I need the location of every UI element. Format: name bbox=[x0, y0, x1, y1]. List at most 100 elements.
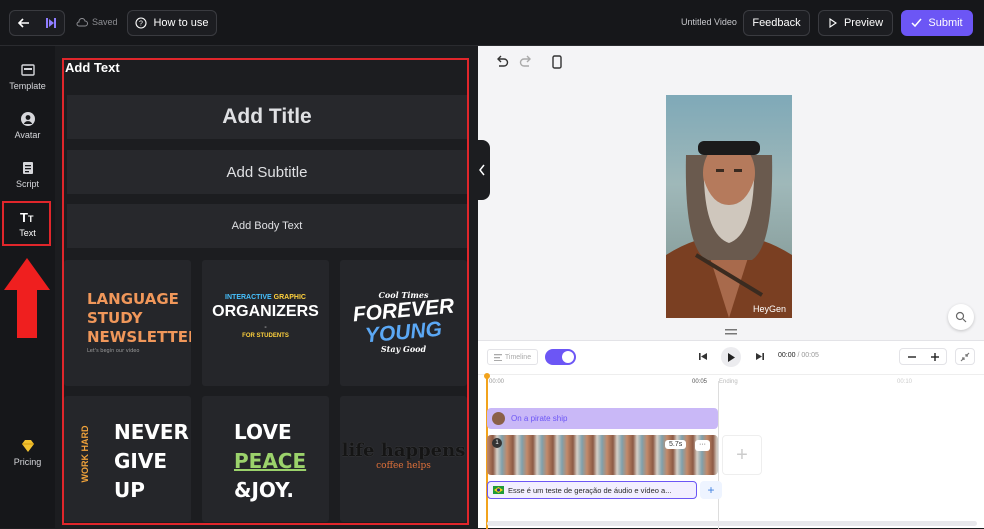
how-to-use-button[interactable]: ? How to use bbox=[127, 10, 217, 36]
timeline-icon bbox=[493, 353, 502, 361]
submit-button[interactable]: Submit bbox=[901, 10, 973, 36]
sidebar-item-label: Pricing bbox=[13, 457, 42, 467]
plus-icon: + bbox=[707, 483, 715, 497]
script-track[interactable]: Esse é um teste de geração de áudio e ví… bbox=[487, 481, 697, 499]
play-button[interactable] bbox=[721, 347, 741, 367]
add-subtitle-label: Add Subtitle bbox=[226, 163, 308, 181]
video-clip-track[interactable]: 1 5.7s ··· bbox=[487, 435, 718, 475]
tile-text: LOVE bbox=[234, 420, 292, 444]
text-template-tile[interactable]: INTERACTIVE GRAPHIC ORGANIZERS - FOR STU… bbox=[202, 260, 329, 386]
svg-text:T: T bbox=[28, 214, 34, 224]
sidebar-item-text[interactable]: TT Text bbox=[0, 209, 55, 238]
text-template-tile[interactable]: Cool Times FOREVER YOUNG Stay Good bbox=[340, 260, 467, 386]
cloud-icon bbox=[76, 17, 88, 26]
fit-timeline-button[interactable] bbox=[955, 348, 975, 365]
ruler-tick-label: 00:00 bbox=[489, 379, 505, 385]
sidebar-item-pricing[interactable]: Pricing bbox=[0, 438, 55, 467]
timeline-toggle-switch[interactable] bbox=[545, 349, 576, 365]
text-template-tile[interactable]: LANGUAGE STUDY NEWSLETTER Let's begin ou… bbox=[64, 260, 191, 386]
tile-text: FOR STUDENTS bbox=[242, 333, 289, 339]
panel-title: Add Text bbox=[65, 60, 120, 75]
scene-track[interactable]: On a pirate ship bbox=[487, 408, 718, 429]
tile-text: UP bbox=[114, 478, 145, 502]
svg-text:?: ? bbox=[140, 21, 144, 28]
feedback-button[interactable]: Feedback bbox=[743, 10, 810, 36]
sidebar-item-script[interactable]: Script bbox=[0, 160, 55, 189]
ending-label: Ending bbox=[719, 379, 738, 385]
tile-text: GIVE bbox=[114, 449, 167, 473]
avatar-video-preview[interactable]: HeyGen bbox=[666, 95, 792, 318]
sidebar-item-avatar[interactable]: Avatar bbox=[0, 111, 55, 140]
tile-text: ORGANIZERS bbox=[212, 303, 319, 320]
help-circle-icon: ? bbox=[135, 17, 148, 29]
panel-collapse-handle[interactable] bbox=[476, 140, 490, 200]
magnifier-icon bbox=[955, 311, 967, 323]
tile-text: GRAPHIC bbox=[273, 294, 306, 301]
check-icon bbox=[911, 18, 922, 28]
text-template-tile[interactable]: WORK HARD NEVER GIVE UP bbox=[64, 396, 191, 522]
text-template-tile[interactable]: LOVE PEACE &JOY. bbox=[202, 396, 329, 522]
ruler-tick-label: 00:10 bbox=[897, 379, 913, 385]
sidebar-item-template[interactable]: Template bbox=[0, 62, 55, 91]
back-button[interactable] bbox=[9, 10, 65, 36]
redo-icon[interactable] bbox=[519, 55, 533, 69]
play-icon bbox=[728, 352, 735, 362]
timeline-toggle-label[interactable]: Timeline bbox=[487, 349, 538, 365]
chevron-left-icon bbox=[479, 164, 485, 176]
add-body-label: Add Body Text bbox=[231, 220, 303, 232]
submit-label: Submit bbox=[928, 17, 963, 29]
script-icon bbox=[22, 162, 33, 174]
tile-text: NEWSLETTER bbox=[87, 328, 191, 346]
tile-text: LANGUAGE bbox=[87, 290, 179, 308]
how-to-use-label: How to use bbox=[153, 17, 209, 29]
phone-aspect-icon[interactable] bbox=[551, 55, 563, 69]
clip-more-button[interactable]: ··· bbox=[695, 440, 710, 451]
avatar-icon bbox=[20, 112, 35, 126]
gem-icon bbox=[21, 440, 34, 452]
template-icon bbox=[20, 64, 35, 76]
heygen-logo-icon bbox=[45, 18, 56, 28]
skip-forward-icon[interactable] bbox=[755, 352, 764, 361]
zoom-preview-button[interactable] bbox=[948, 304, 974, 330]
script-text: Esse é um teste de geração de áudio e ví… bbox=[508, 485, 672, 495]
preview-button[interactable]: Preview bbox=[818, 10, 893, 36]
time-readout: 00:00 / 00:05 bbox=[778, 352, 819, 359]
zoom-in-icon[interactable] bbox=[930, 352, 940, 362]
red-arrow-annotation bbox=[4, 258, 50, 338]
scene-label: On a pirate ship bbox=[511, 414, 568, 423]
tile-text: - bbox=[264, 324, 267, 331]
tile-text: STUDY bbox=[87, 309, 143, 327]
clip-index-badge: 1 bbox=[492, 438, 502, 448]
skip-back-icon[interactable] bbox=[699, 352, 708, 361]
left-sidebar: Template Avatar Script TT Text Pricing bbox=[0, 46, 55, 528]
add-script-button[interactable]: + bbox=[700, 481, 722, 499]
timeline-ruler: 00:00 00:05 Ending 00:10 bbox=[478, 374, 984, 388]
tile-text: WORK HARD bbox=[80, 425, 90, 483]
add-body-text-button[interactable]: Add Body Text bbox=[67, 204, 467, 248]
tile-text: PEACE bbox=[234, 449, 307, 473]
add-title-label: Add Title bbox=[222, 105, 312, 128]
add-title-button[interactable]: Add Title bbox=[67, 95, 467, 139]
horizontal-scrollbar[interactable] bbox=[487, 521, 977, 526]
play-outline-icon bbox=[829, 18, 837, 28]
zoom-out-icon[interactable] bbox=[907, 352, 917, 362]
ruler-tick-label: 00:05 bbox=[692, 379, 708, 385]
clip-duration-badge: 5.7s bbox=[665, 440, 687, 449]
top-bar: Saved ? How to use Untitled Video Feedba… bbox=[0, 0, 984, 46]
tile-subtext: Let's begin our video bbox=[87, 348, 140, 354]
project-title[interactable]: Untitled Video bbox=[681, 17, 737, 27]
undo-icon[interactable] bbox=[495, 55, 509, 69]
add-scene-button[interactable]: + bbox=[722, 435, 762, 475]
drag-handle-icon[interactable] bbox=[725, 329, 737, 335]
timeline-panel: Timeline 00:00 / 00:05 00:00 00:05 Endin… bbox=[478, 340, 984, 529]
add-subtitle-button[interactable]: Add Subtitle bbox=[67, 150, 467, 194]
text-template-tile[interactable]: life happens coffee helps bbox=[340, 396, 467, 522]
avatar bbox=[492, 412, 505, 425]
pirate-avatar-image bbox=[666, 141, 792, 318]
time-total: 00:05 bbox=[801, 352, 819, 359]
zoom-controls bbox=[899, 348, 947, 365]
text-icon: TT bbox=[20, 210, 34, 225]
timeline-end-marker bbox=[718, 381, 719, 529]
sidebar-item-label: Avatar bbox=[14, 130, 41, 140]
saved-status: Saved bbox=[76, 17, 118, 27]
